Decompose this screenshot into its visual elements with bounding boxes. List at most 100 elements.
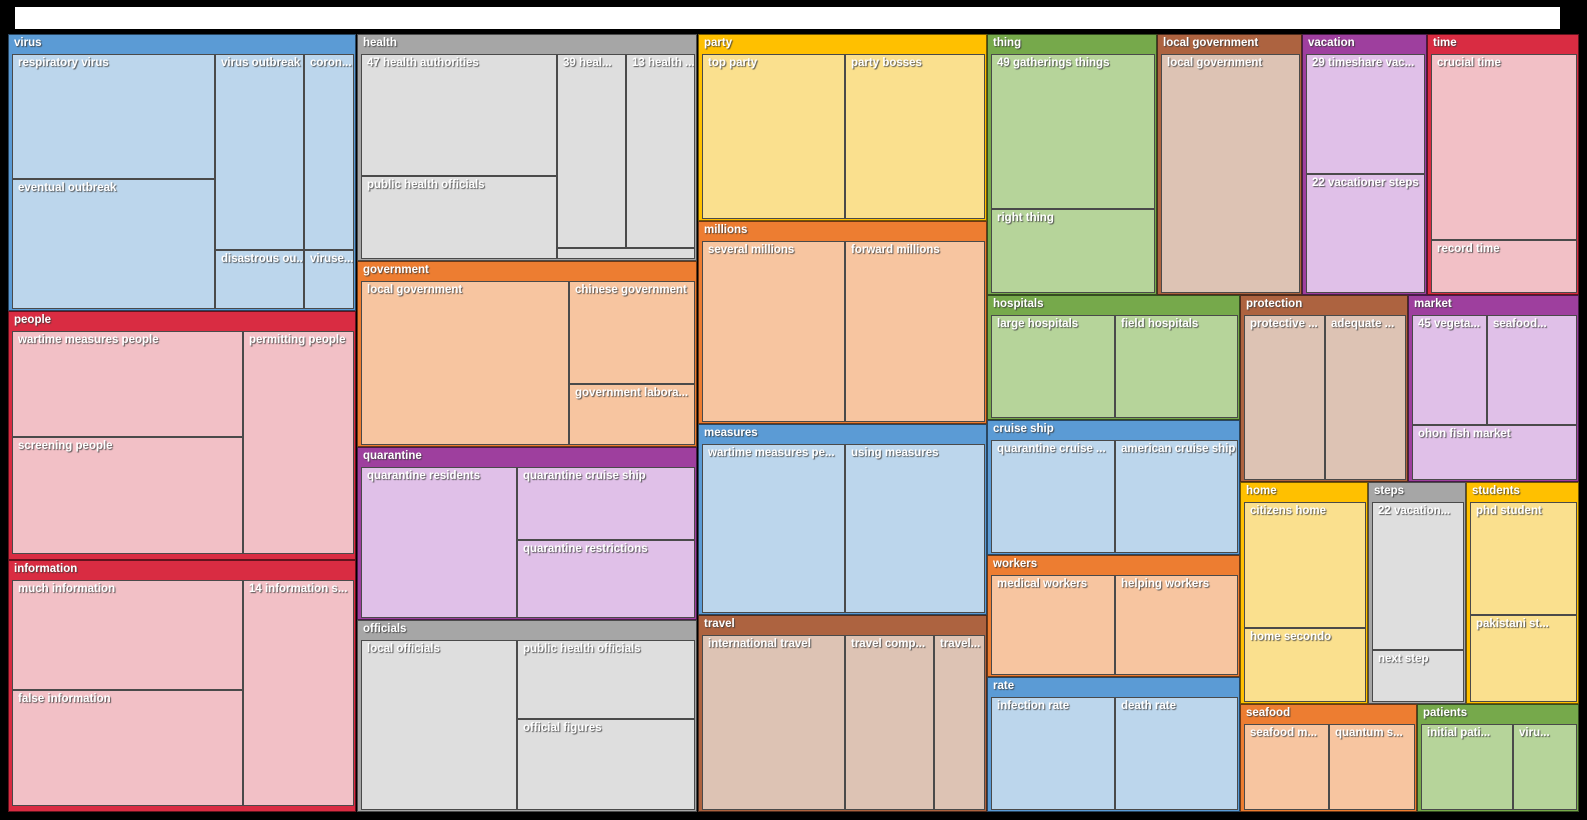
leaf-seafood-market-2[interactable]: seafood m... — [1244, 724, 1329, 810]
leaf-phd-student[interactable]: phd student — [1470, 502, 1577, 615]
leaf-official-figures[interactable]: official figures — [517, 719, 695, 810]
leaf-large-hospitals[interactable]: large hospitals — [991, 315, 1115, 418]
leaf-party-bosses[interactable]: party bosses — [845, 54, 985, 219]
group-virus[interactable]: virus respiratory virus eventual outbrea… — [8, 34, 356, 311]
group-measures[interactable]: measures wartime measures pe... using me… — [698, 424, 987, 615]
leaf-several-millions[interactable]: several millions — [702, 241, 845, 422]
leaf-much-information[interactable]: much information — [12, 580, 243, 690]
leaf-viruses[interactable]: viruse... — [304, 250, 354, 309]
leaf-international-travel[interactable]: international travel — [702, 635, 845, 810]
group-header-information: information — [14, 563, 78, 575]
leaf-quarantine-cruise-ship-2[interactable]: quarantine cruise ... — [991, 440, 1115, 553]
leaf-travel-restrictions[interactable]: travel... — [934, 635, 985, 810]
group-health[interactable]: health 47 health authorities public heal… — [357, 34, 697, 261]
leaf-right-thing[interactable]: right thing — [991, 209, 1155, 293]
group-header-steps: steps — [1374, 485, 1405, 497]
leaf-eventual-outbreak[interactable]: eventual outbreak — [12, 179, 215, 309]
leaf-government-laboratory[interactable]: government labora... — [569, 384, 695, 445]
leaf-public-health-officials-2[interactable]: public health officials — [517, 640, 695, 719]
leaf-death-rate[interactable]: death rate — [1115, 697, 1238, 810]
group-header-home: home — [1246, 485, 1277, 497]
leaf-ohon-fish-market[interactable]: ohon fish market — [1412, 425, 1577, 480]
group-header-local-government: local government — [1163, 37, 1259, 49]
leaf-virus-patients[interactable]: viru... — [1513, 724, 1577, 810]
group-header-health: health — [363, 37, 397, 49]
leaf-permitting-people[interactable]: permitting people — [243, 331, 354, 554]
leaf-virus-outbreak[interactable]: virus outbreak — [215, 54, 304, 250]
group-vacation[interactable]: vacation 29 timeshare vac... 22 vacation… — [1302, 34, 1427, 295]
group-local-government[interactable]: local government local government — [1157, 34, 1302, 295]
group-workers[interactable]: workers medical workers helping workers — [987, 555, 1240, 677]
group-steps[interactable]: steps 22 vacation... next step — [1368, 482, 1466, 704]
leaf-local-government-std[interactable]: local government — [1161, 54, 1300, 293]
group-header-people: people — [14, 314, 52, 326]
group-seafood[interactable]: seafood seafood m... quantum s... — [1240, 704, 1417, 812]
group-protection[interactable]: protection protective ... adequate ... — [1240, 295, 1408, 482]
group-rate[interactable]: rate infection rate death rate — [987, 677, 1240, 812]
leaf-helping-workers[interactable]: helping workers — [1115, 575, 1238, 675]
leaf-local-officials[interactable]: local officials — [361, 640, 517, 810]
leaf-field-hospitals[interactable]: field hospitals — [1115, 315, 1238, 418]
group-people[interactable]: people wartime measures people screening… — [8, 311, 356, 560]
leaf-next-step[interactable]: next step — [1372, 650, 1464, 702]
leaf-screening-people[interactable]: screening people — [12, 437, 243, 554]
group-party[interactable]: party top party party bosses — [698, 34, 987, 221]
leaf-false-information[interactable]: false information — [12, 690, 243, 806]
group-millions[interactable]: millions several millions forward millio… — [698, 221, 987, 424]
leaf-forward-millions[interactable]: forward millions — [845, 241, 985, 422]
leaf-29-timeshare-vacationers[interactable]: 29 timeshare vac... — [1306, 54, 1425, 174]
leaf-wartime-measures-people-2[interactable]: wartime measures pe... — [702, 444, 845, 613]
leaf-american-cruise-ship[interactable]: american cruise ship — [1115, 440, 1238, 553]
leaf-top-party[interactable]: top party — [702, 54, 845, 219]
leaf-quarantine-residents[interactable]: quarantine residents — [361, 467, 517, 618]
group-cruise-ship[interactable]: cruise ship quarantine cruise ... americ… — [987, 420, 1240, 555]
leaf-13-health-officials[interactable]: 13 health ... — [626, 54, 695, 248]
leaf-initial-patients[interactable]: initial pati... — [1421, 724, 1513, 810]
group-thing[interactable]: thing 49 gatherings things right thing — [987, 34, 1157, 295]
leaf-47-health-authorities[interactable]: 47 health authorities — [361, 54, 557, 176]
leaf-infection-rate[interactable]: infection rate — [991, 697, 1115, 810]
leaf-health-small[interactable] — [557, 248, 695, 259]
group-header-time: time — [1433, 37, 1457, 49]
leaf-respiratory-virus[interactable]: respiratory virus — [12, 54, 215, 179]
leaf-22-vacationer-steps[interactable]: 22 vacationer steps — [1306, 174, 1425, 293]
leaf-pakistani-students[interactable]: pakistani st... — [1470, 615, 1577, 702]
leaf-local-government-gov[interactable]: local government — [361, 281, 569, 445]
group-travel[interactable]: travel international travel travel comp.… — [698, 615, 987, 812]
leaf-39-health-workers[interactable]: 39 heal... — [557, 54, 626, 248]
group-time[interactable]: time crucial time record time — [1427, 34, 1579, 295]
group-market[interactable]: market 45 vegeta... seafood... ohon fish… — [1408, 295, 1579, 482]
leaf-record-time[interactable]: record time — [1431, 240, 1577, 293]
leaf-protective-equipment[interactable]: protective ... — [1244, 315, 1325, 480]
leaf-public-health-officials[interactable]: public health officials — [361, 176, 557, 259]
leaf-seafood-market[interactable]: seafood... — [1487, 315, 1577, 425]
group-patients[interactable]: patients initial pati... viru... — [1417, 704, 1579, 812]
group-quarantine[interactable]: quarantine quarantine residents quaranti… — [357, 447, 697, 620]
leaf-travel-companies[interactable]: travel comp... — [845, 635, 934, 810]
leaf-coronavirus[interactable]: coron... — [304, 54, 354, 250]
leaf-quarantine-restrictions[interactable]: quarantine restrictions — [517, 540, 695, 618]
leaf-22-vacationer-steps-2[interactable]: 22 vacation... — [1372, 502, 1464, 650]
group-header-cruise-ship: cruise ship — [993, 423, 1054, 435]
group-hospitals[interactable]: hospitals large hospitals field hospital… — [987, 295, 1240, 420]
leaf-crucial-time[interactable]: crucial time — [1431, 54, 1577, 240]
group-officials[interactable]: officials local officials public health … — [357, 620, 697, 812]
leaf-disastrous-outbreak[interactable]: disastrous ou... — [215, 250, 304, 309]
leaf-medical-workers[interactable]: medical workers — [991, 575, 1115, 675]
leaf-49-gatherings-things[interactable]: 49 gatherings things — [991, 54, 1155, 209]
leaf-45-vegetable-markets[interactable]: 45 vegeta... — [1412, 315, 1487, 425]
leaf-wartime-measures-people[interactable]: wartime measures people — [12, 331, 243, 437]
group-government[interactable]: government local government chinese gove… — [357, 261, 697, 447]
leaf-quantum-seafood[interactable]: quantum s... — [1329, 724, 1415, 810]
leaf-using-measures[interactable]: using measures — [845, 444, 985, 613]
leaf-home-secondo[interactable]: home secondo — [1244, 628, 1366, 702]
group-header-measures: measures — [704, 427, 758, 439]
leaf-14-information-sources[interactable]: 14 information s... — [243, 580, 354, 806]
leaf-quarantine-cruise-ship[interactable]: quarantine cruise ship — [517, 467, 695, 540]
leaf-chinese-government[interactable]: chinese government — [569, 281, 695, 384]
leaf-adequate-protection[interactable]: adequate ... — [1325, 315, 1406, 480]
leaf-citizens-home[interactable]: citizens home — [1244, 502, 1366, 628]
group-information[interactable]: information much information false infor… — [8, 560, 356, 812]
group-home[interactable]: home citizens home home secondo — [1240, 482, 1368, 704]
group-students[interactable]: students phd student pakistani st... — [1466, 482, 1579, 704]
